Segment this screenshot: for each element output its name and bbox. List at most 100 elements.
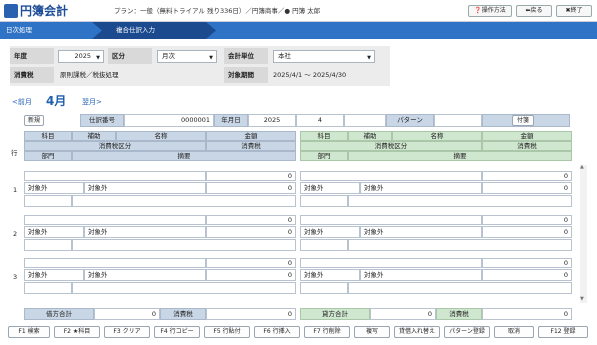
credit-dept-cell[interactable]	[300, 282, 348, 294]
f5-row-paste-button[interactable]: F5 行貼付	[204, 326, 250, 338]
sticky-note-button[interactable]: 付箋	[512, 115, 534, 126]
period-select[interactable]: 月次 ▼	[157, 50, 217, 63]
year-label: 年度	[10, 48, 54, 64]
credit-tax-cell[interactable]: 0	[482, 226, 572, 238]
credit-taxclass-header: 消費税区分	[300, 141, 482, 151]
debit-dept-cell[interactable]	[24, 195, 72, 207]
credit-amount-cell[interactable]: 0	[482, 258, 572, 268]
debit-dept-cell[interactable]	[24, 282, 72, 294]
day-field[interactable]	[344, 114, 386, 127]
credit-tax-class-cell-2[interactable]: 対象外	[360, 226, 482, 238]
f3-clear-button[interactable]: F3 クリア	[104, 326, 150, 338]
debit-amount-cell[interactable]: 0	[206, 215, 296, 225]
debit-tax-class-cell[interactable]: 対象外	[24, 226, 84, 238]
debit-account-header: 科目	[24, 131, 72, 141]
tab-compound-entry[interactable]: 複合仕訳入力	[92, 22, 216, 39]
help-icon: ❓	[474, 7, 482, 14]
credit-memo-cell[interactable]	[348, 195, 572, 207]
scroll-up-icon[interactable]: ▲	[580, 164, 584, 170]
unit-select[interactable]: 本社 ▼	[273, 50, 375, 63]
credit-account-cell[interactable]	[300, 215, 482, 225]
credit-memo-cell[interactable]	[348, 282, 572, 294]
f4-row-copy-button[interactable]: F4 行コピー	[154, 326, 200, 338]
credit-tax-cell[interactable]: 0	[482, 269, 572, 281]
debit-amount-cell[interactable]: 0	[206, 171, 296, 181]
credit-sub-header: 補助	[348, 131, 392, 141]
year-select[interactable]: 2025 ▼	[58, 50, 104, 63]
credit-tax-class-cell[interactable]: 対象外	[300, 226, 360, 238]
debit-tax-cell[interactable]: 0	[206, 182, 296, 194]
credit-tax-class-cell[interactable]: 対象外	[300, 182, 360, 194]
debit-account-cell[interactable]	[24, 215, 206, 225]
credit-tax-class-cell-2[interactable]: 対象外	[360, 269, 482, 281]
row-number: 2	[13, 230, 18, 238]
credit-total-tax-label: 消費税	[436, 308, 482, 320]
row-header: 行	[11, 149, 18, 157]
debit-sub-header: 補助	[72, 131, 116, 141]
credit-dept-header: 部門	[300, 151, 348, 161]
debit-memo-cell[interactable]	[72, 282, 296, 294]
slip-label: 仕訳番号	[80, 114, 124, 127]
credit-tax-cell[interactable]: 0	[482, 182, 572, 194]
help-button[interactable]: ❓操作方法	[468, 5, 512, 17]
pattern-field[interactable]	[434, 114, 482, 127]
scroll-down-icon[interactable]: ▼	[580, 296, 584, 302]
slip-number-field[interactable]: 0000001	[124, 114, 214, 127]
credit-dept-cell[interactable]	[300, 239, 348, 251]
credit-account-cell[interactable]	[300, 258, 482, 268]
unit-label: 会計単位	[224, 48, 268, 64]
f6-row-insert-button[interactable]: F6 行挿入	[254, 326, 300, 338]
credit-account-cell[interactable]	[300, 171, 482, 181]
pattern-label: パターン	[386, 114, 434, 127]
f7-row-delete-button[interactable]: F7 行削除	[304, 326, 350, 338]
next-month-link[interactable]: 翌月>	[82, 97, 102, 107]
debit-tax-class-cell[interactable]: 対象外	[24, 182, 84, 194]
duplicate-button[interactable]: 複写	[354, 326, 390, 338]
debit-account-cell[interactable]	[24, 258, 206, 268]
debit-tax-class-cell-2[interactable]: 対象外	[84, 269, 206, 281]
credit-dept-cell[interactable]	[300, 195, 348, 207]
debit-memo-header: 摘要	[72, 151, 296, 161]
plan-text: プラン：一般（無料トライアル 残り336日）／円簿商事／● 円簿 太郎	[114, 7, 321, 15]
credit-tax-class-cell[interactable]: 対象外	[300, 269, 360, 281]
back-button[interactable]: ⬅戻る	[516, 5, 552, 17]
debit-taxclass-header: 消費税区分	[24, 141, 206, 151]
prev-month-link[interactable]: <前月	[12, 97, 32, 107]
credit-memo-cell[interactable]	[348, 239, 572, 251]
debit-memo-cell[interactable]	[72, 195, 296, 207]
month-field[interactable]: 4	[296, 114, 344, 127]
credit-tax-class-cell-2[interactable]: 対象外	[360, 182, 482, 194]
cancel-button[interactable]: 取消	[494, 326, 534, 338]
debit-tax-cell[interactable]: 0	[206, 269, 296, 281]
f1-search-button[interactable]: F1 検索	[8, 326, 50, 338]
credit-name-header: 名称	[392, 131, 482, 141]
credit-total-value: 0	[370, 308, 436, 320]
debit-tax-cell[interactable]: 0	[206, 226, 296, 238]
year-field[interactable]: 2025	[248, 114, 296, 127]
debit-total-label: 借方合計	[24, 308, 94, 320]
f12-register-button[interactable]: F12 登録	[538, 326, 588, 338]
credit-total-label: 貸方合計	[300, 308, 370, 320]
debit-tax-class-cell-2[interactable]: 対象外	[84, 182, 206, 194]
swap-debit-credit-button[interactable]: 貸借入れ替え	[394, 326, 440, 338]
register-pattern-button[interactable]: パターン登録	[444, 326, 490, 338]
close-button[interactable]: ✖終了	[556, 5, 592, 17]
logo-icon	[4, 4, 18, 18]
debit-dept-cell[interactable]	[24, 239, 72, 251]
f2-account-button[interactable]: F2 ★科目	[54, 326, 100, 338]
debit-amount-cell[interactable]: 0	[206, 258, 296, 268]
debit-memo-cell[interactable]	[72, 239, 296, 251]
row-number: 3	[13, 273, 18, 281]
debit-total-tax-label: 消費税	[160, 308, 206, 320]
new-button[interactable]: 新規	[24, 115, 44, 126]
debit-total-value: 0	[94, 308, 160, 320]
credit-amount-cell[interactable]: 0	[482, 171, 572, 181]
credit-amount-cell[interactable]: 0	[482, 215, 572, 225]
grid-scrollbar[interactable]	[580, 165, 587, 303]
row-number: 1	[13, 186, 18, 194]
tab-daily[interactable]: 日次処理	[0, 22, 92, 39]
debit-account-cell[interactable]	[24, 171, 206, 181]
debit-tax-class-cell[interactable]: 対象外	[24, 269, 84, 281]
debit-tax-class-cell-2[interactable]: 対象外	[84, 226, 206, 238]
chevron-down-icon: ▼	[96, 55, 100, 61]
